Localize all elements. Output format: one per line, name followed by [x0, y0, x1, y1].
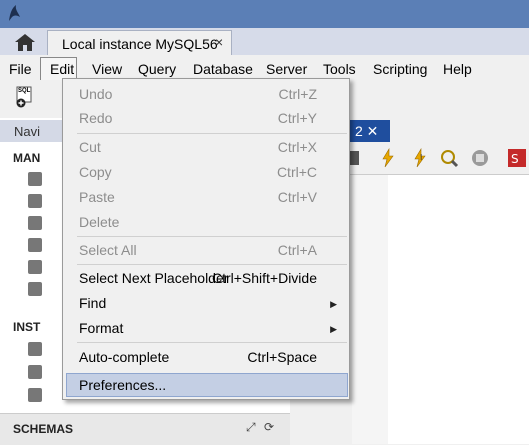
submenu-arrow-icon: ▶ [330, 324, 337, 334]
schemas-title: SCHEMAS [13, 422, 74, 436]
client-connections-icon[interactable] [28, 194, 42, 208]
menu-item-preferences[interactable]: Preferences... [79, 377, 166, 393]
explain-icon[interactable] [439, 148, 459, 168]
edit-menu-dropdown: Undo Ctrl+Z Redo Ctrl+Y Cut Ctrl+X Copy … [62, 78, 350, 400]
menu-item-paste[interactable]: Paste [79, 189, 115, 205]
close-tab-icon[interactable]: × [215, 34, 223, 50]
menu-view[interactable]: View [92, 61, 122, 77]
expand-icon[interactable]: ⤢ [246, 420, 256, 435]
shortcut-undo: Ctrl+Z [278, 86, 318, 102]
shortcut-select-next-placeholder: Ctrl+Shift+Divide [211, 270, 317, 286]
shortcut-copy: Ctrl+C [276, 164, 317, 180]
shortcut-paste: Ctrl+V [277, 189, 317, 205]
menu-query[interactable]: Query [138, 61, 176, 77]
query-tab-label: 2 ✕ [355, 123, 379, 139]
menu-item-redo[interactable]: Redo [79, 110, 112, 126]
toggle-error-icon[interactable]: S [507, 148, 527, 168]
server-logs-icon[interactable] [28, 365, 42, 379]
shortcut-cut: Ctrl+X [277, 139, 317, 155]
new-sql-tab-icon[interactable]: SQL [15, 86, 35, 108]
management-section-title: MAN [13, 151, 41, 165]
connection-tab-label: Local instance MySQL56 [62, 36, 218, 52]
menu-edit[interactable]: Edit [50, 61, 74, 77]
svg-text:S: S [511, 152, 519, 166]
shortcut-select-all: Ctrl+A [277, 242, 317, 258]
menu-help[interactable]: Help [443, 61, 472, 77]
menu-separator [77, 236, 347, 237]
menu-item-cut[interactable]: Cut [79, 139, 101, 155]
sql-icon-label: SQL [18, 88, 31, 94]
menu-item-select-next-placeholder[interactable]: Select Next Placeholder [79, 270, 228, 286]
menu-server[interactable]: Server [266, 61, 307, 77]
options-file-icon[interactable] [28, 388, 42, 402]
menu-scripting[interactable]: Scripting [373, 61, 427, 77]
schemas-bar: SCHEMAS ⤢ ⟳ [0, 413, 290, 445]
server-status-icon[interactable] [28, 172, 42, 186]
menu-separator [77, 264, 347, 265]
startup-shutdown-icon[interactable] [28, 342, 42, 356]
refresh-schemas-icon[interactable]: ⟳ [264, 420, 274, 434]
editor-gutter [352, 175, 389, 444]
home-icon[interactable] [8, 30, 42, 54]
menu-item-auto-complete[interactable]: Auto-complete [79, 349, 169, 365]
sql-editor[interactable] [388, 175, 529, 444]
data-import-icon[interactable] [28, 282, 42, 296]
menu-tools[interactable]: Tools [323, 61, 356, 77]
status-variables-icon[interactable] [28, 238, 42, 252]
shortcut-redo: Ctrl+Y [277, 110, 317, 126]
menu-item-undo[interactable]: Undo [79, 86, 112, 102]
mysql-dolphin-icon [9, 5, 20, 21]
menu-item-format[interactable]: Format [79, 320, 123, 336]
menu-database[interactable]: Database [193, 61, 253, 77]
menu-item-copy[interactable]: Copy [79, 164, 112, 180]
menu-item-delete[interactable]: Delete [79, 214, 119, 230]
menu-file[interactable]: File [9, 61, 32, 77]
users-privileges-icon[interactable] [28, 216, 42, 230]
title-bar [0, 0, 529, 28]
navigator-header-label: Navi [14, 124, 41, 139]
menu-separator [77, 342, 347, 343]
submenu-arrow-icon: ▶ [330, 299, 337, 309]
shortcut-auto-complete: Ctrl+Space [247, 349, 317, 365]
stop-icon[interactable] [470, 148, 490, 168]
instance-section-title: INST [13, 320, 41, 334]
menu-separator [77, 133, 347, 134]
data-export-icon[interactable] [28, 260, 42, 274]
connection-tab[interactable]: Local instance MySQL56 × [47, 30, 232, 55]
svg-text:I: I [420, 153, 422, 162]
execute-current-icon[interactable]: I [410, 148, 430, 168]
menu-item-select-all[interactable]: Select All [79, 242, 137, 258]
execute-icon[interactable] [378, 148, 398, 168]
menu-item-find[interactable]: Find [79, 295, 106, 311]
connection-tab-strip: Local instance MySQL56 × [0, 28, 529, 55]
